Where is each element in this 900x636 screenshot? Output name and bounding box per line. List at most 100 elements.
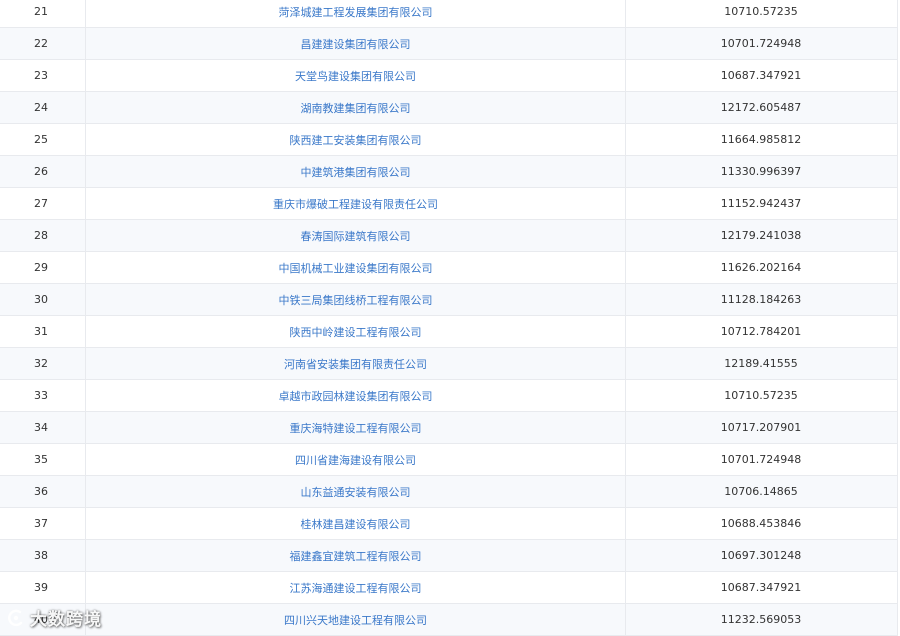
table-row: 31 陕西中岭建设工程有限公司 10712.784201 — [0, 316, 897, 348]
rank-cell: 37 — [0, 508, 86, 539]
table-row: 24 湖南教建集团有限公司 12172.605487 — [0, 92, 897, 124]
rank-cell: 25 — [0, 124, 86, 155]
value-cell: 10710.57235 — [724, 5, 798, 18]
value-cell: 10697.301248 — [720, 549, 802, 562]
rank-cell: 24 — [0, 92, 86, 123]
company-cell: 春涛国际建筑有限公司 — [86, 220, 626, 251]
company-link[interactable]: 菏泽城建工程发展集团有限公司 — [279, 4, 433, 20]
table-row: 35 四川省建海建设有限公司 10701.724948 — [0, 444, 897, 476]
table-row: 28 春涛国际建筑有限公司 12179.241038 — [0, 220, 897, 252]
company-cell: 卓越市政园林建设集团有限公司 — [86, 380, 626, 411]
company-cell: 天堂鸟建设集团有限公司 — [86, 60, 626, 91]
company-link[interactable]: 陕西中岭建设工程有限公司 — [290, 324, 422, 340]
value-cell: 10701.724948 — [720, 453, 802, 466]
rank-cell: 39 — [0, 572, 86, 603]
table-row: 27 重庆市爆破工程建设有限责任公司 11152.942437 — [0, 188, 897, 220]
table-row: 40 四川兴天地建设工程有限公司 11232.569053 — [0, 604, 897, 636]
value-cell: 10706.14865 — [724, 485, 798, 498]
company-link[interactable]: 桂林建昌建设有限公司 — [301, 516, 411, 532]
rank-cell: 31 — [0, 316, 86, 347]
company-cell: 中铁三局集团线桥工程有限公司 — [86, 284, 626, 315]
table-row: 22 昌建建设集团有限公司 10701.724948 — [0, 28, 897, 60]
value-cell: 11232.569053 — [720, 613, 802, 626]
rank-cell: 35 — [0, 444, 86, 475]
table-row: 36 山东益通安装有限公司 10706.14865 — [0, 476, 897, 508]
company-cell: 中国机械工业建设集团有限公司 — [86, 252, 626, 283]
value-cell: 10687.347921 — [720, 69, 802, 82]
table-row: 30 中铁三局集团线桥工程有限公司 11128.184263 — [0, 284, 897, 316]
rank-cell: 22 — [0, 28, 86, 59]
value-cell: 10701.724948 — [720, 37, 802, 50]
value-cell: 11626.202164 — [720, 261, 802, 274]
company-link[interactable]: 湖南教建集团有限公司 — [301, 100, 411, 116]
company-link[interactable]: 中铁三局集团线桥工程有限公司 — [279, 292, 433, 308]
company-cell: 桂林建昌建设有限公司 — [86, 508, 626, 539]
table-row: 26 中建筑港集团有限公司 11330.996397 — [0, 156, 897, 188]
company-link[interactable]: 陕西建工安装集团有限公司 — [290, 132, 422, 148]
table-row: 33 卓越市政园林建设集团有限公司 10710.57235 — [0, 380, 897, 412]
rank-cell: 28 — [0, 220, 86, 251]
rank-cell: 36 — [0, 476, 86, 507]
company-link[interactable]: 福建鑫宜建筑工程有限公司 — [290, 548, 422, 564]
company-cell: 陕西建工安装集团有限公司 — [86, 124, 626, 155]
company-cell: 江苏海通建设工程有限公司 — [86, 572, 626, 603]
table-row: 32 河南省安装集团有限责任公司 12189.41555 — [0, 348, 897, 380]
table-row: 25 陕西建工安装集团有限公司 11664.985812 — [0, 124, 897, 156]
ranking-table: 21 菏泽城建工程发展集团有限公司 10710.57235 22 昌建建设集团有… — [0, 0, 898, 636]
company-link[interactable]: 江苏海通建设工程有限公司 — [290, 580, 422, 596]
value-cell: 10712.784201 — [720, 325, 802, 338]
table-row: 38 福建鑫宜建筑工程有限公司 10697.301248 — [0, 540, 897, 572]
rank-cell: 38 — [0, 540, 86, 571]
value-cell: 12189.41555 — [724, 357, 798, 370]
company-link[interactable]: 春涛国际建筑有限公司 — [301, 228, 411, 244]
company-cell: 中建筑港集团有限公司 — [86, 156, 626, 187]
rank-cell: 26 — [0, 156, 86, 187]
company-cell: 四川兴天地建设工程有限公司 — [86, 604, 626, 635]
company-cell: 重庆市爆破工程建设有限责任公司 — [86, 188, 626, 219]
value-cell: 11152.942437 — [720, 197, 802, 210]
value-cell: 11664.985812 — [720, 133, 802, 146]
company-cell: 湖南教建集团有限公司 — [86, 92, 626, 123]
value-cell: 10688.453846 — [720, 517, 802, 530]
company-link[interactable]: 昌建建设集团有限公司 — [301, 36, 411, 52]
value-cell: 12172.605487 — [720, 101, 802, 114]
value-cell: 10687.347921 — [720, 581, 802, 594]
company-link[interactable]: 四川省建海建设有限公司 — [295, 452, 416, 468]
company-link[interactable]: 重庆市爆破工程建设有限责任公司 — [273, 196, 438, 212]
value-cell: 12179.241038 — [720, 229, 802, 242]
rank-cell: 29 — [0, 252, 86, 283]
company-link[interactable]: 天堂鸟建设集团有限公司 — [295, 68, 416, 84]
company-link[interactable]: 山东益通安装有限公司 — [301, 484, 411, 500]
table-row: 23 天堂鸟建设集团有限公司 10687.347921 — [0, 60, 897, 92]
company-cell: 福建鑫宜建筑工程有限公司 — [86, 540, 626, 571]
company-link[interactable]: 重庆海特建设工程有限公司 — [290, 420, 422, 436]
company-link[interactable]: 河南省安装集团有限责任公司 — [284, 356, 427, 372]
company-link[interactable]: 卓越市政园林建设集团有限公司 — [279, 388, 433, 404]
rank-cell: 23 — [0, 60, 86, 91]
company-link[interactable]: 中国机械工业建设集团有限公司 — [279, 260, 433, 276]
company-link[interactable]: 中建筑港集团有限公司 — [301, 164, 411, 180]
company-cell: 山东益通安装有限公司 — [86, 476, 626, 507]
company-cell: 菏泽城建工程发展集团有限公司 — [86, 0, 626, 27]
rank-cell: 30 — [0, 284, 86, 315]
rank-cell: 32 — [0, 348, 86, 379]
table-row: 21 菏泽城建工程发展集团有限公司 10710.57235 — [0, 0, 897, 28]
value-cell: 11128.184263 — [720, 293, 802, 306]
company-cell: 陕西中岭建设工程有限公司 — [86, 316, 626, 347]
rank-cell: 27 — [0, 188, 86, 219]
value-cell: 10717.207901 — [720, 421, 802, 434]
rank-cell: 21 — [0, 0, 86, 27]
company-cell: 四川省建海建设有限公司 — [86, 444, 626, 475]
company-cell: 河南省安装集团有限责任公司 — [86, 348, 626, 379]
rank-cell: 40 — [0, 604, 86, 635]
table-row: 29 中国机械工业建设集团有限公司 11626.202164 — [0, 252, 897, 284]
company-cell: 昌建建设集团有限公司 — [86, 28, 626, 59]
company-link[interactable]: 四川兴天地建设工程有限公司 — [284, 612, 427, 628]
table-row: 34 重庆海特建设工程有限公司 10717.207901 — [0, 412, 897, 444]
value-cell: 10710.57235 — [724, 389, 798, 402]
table-row: 39 江苏海通建设工程有限公司 10687.347921 — [0, 572, 897, 604]
rank-cell: 34 — [0, 412, 86, 443]
company-cell: 重庆海特建设工程有限公司 — [86, 412, 626, 443]
value-cell: 11330.996397 — [720, 165, 802, 178]
table-row: 37 桂林建昌建设有限公司 10688.453846 — [0, 508, 897, 540]
